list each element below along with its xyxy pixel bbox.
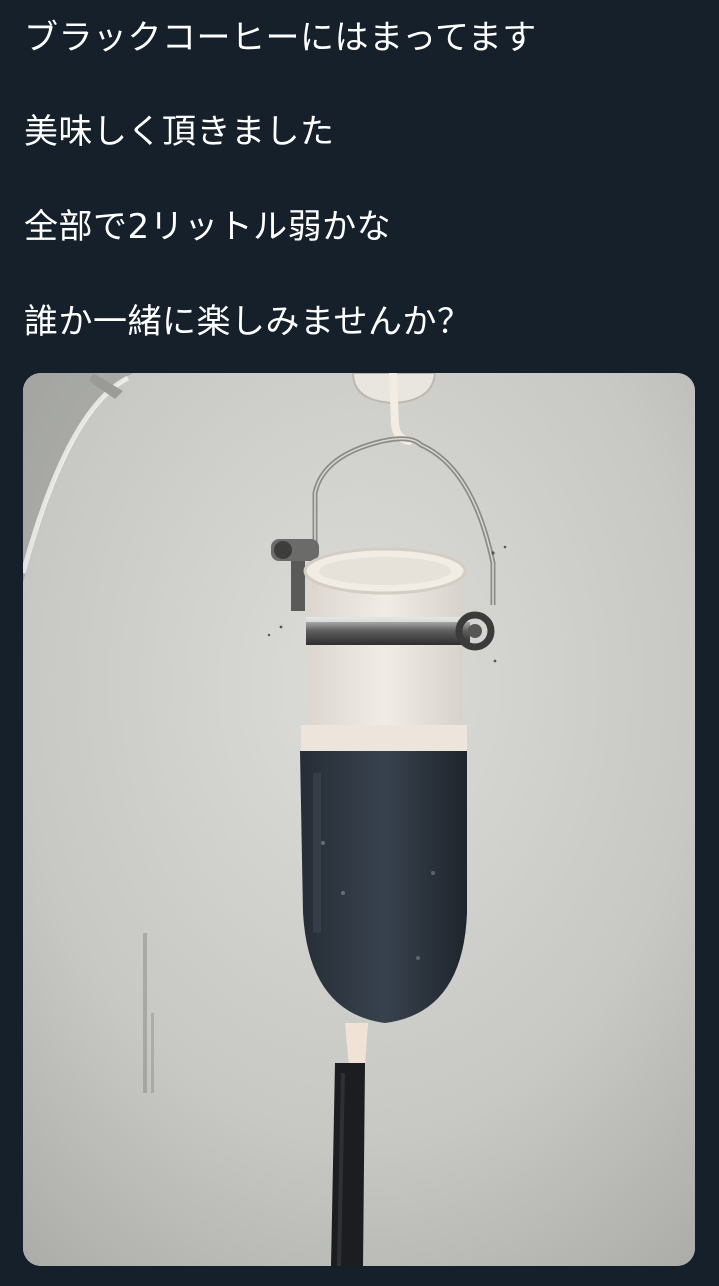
tweet-text-line-4: 誰か一緒に楽しみませんか？	[24, 302, 472, 342]
tweet-photo[interactable]	[23, 373, 695, 1266]
tweet-text-line-1: ブラックコーヒーにはまってます	[24, 18, 537, 58]
tweet-text-line-3: 全部で2リットル弱かな	[24, 207, 392, 247]
tweet: ブラックコーヒーにはまってます 美味しく頂きました 全部で2リットル弱かな 誰か…	[0, 0, 719, 1286]
tweet-text-line-2: 美味しく頂きました	[24, 112, 335, 152]
photo-hanging-container-with-dark-liquid	[23, 373, 695, 1266]
